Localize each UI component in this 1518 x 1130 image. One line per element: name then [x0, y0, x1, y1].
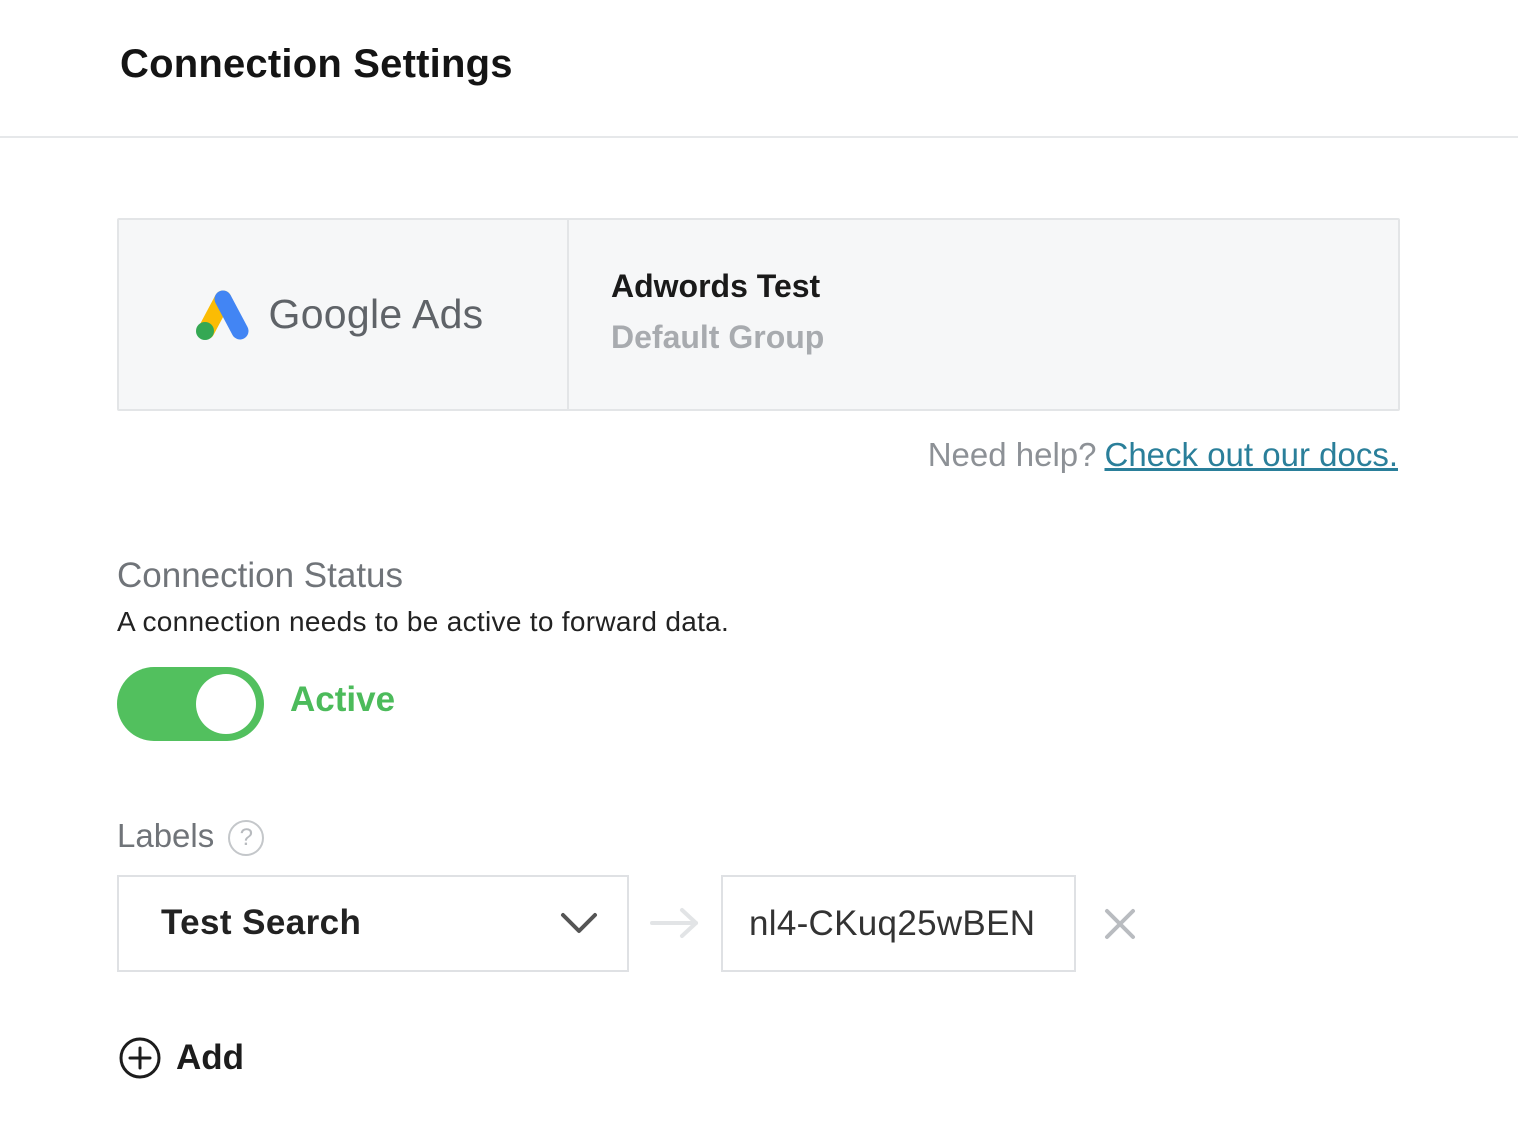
label-select[interactable]: Test Search: [117, 875, 629, 972]
label-select-value: Test Search: [161, 903, 362, 942]
integration-name: Google Ads: [268, 291, 484, 337]
connection-settings-panel: Connection Settings Google Ads Adwords T…: [0, 0, 1518, 1130]
google-ads-icon: [195, 290, 248, 340]
connection-status-description: A connection needs to be active to forwa…: [117, 606, 730, 637]
chevron-down-icon: [561, 913, 597, 933]
connection-name: Adwords Test: [611, 267, 821, 304]
help-text: Need help? Check out our docs.: [928, 436, 1398, 474]
integration-card: Google Ads Adwords Test Default Group: [117, 218, 1400, 411]
question-mark-icon[interactable]: ?: [228, 820, 265, 856]
connection-info: Adwords Test Default Group: [569, 220, 1398, 409]
page-title: Connection Settings: [120, 42, 513, 86]
connection-group: Default Group: [611, 318, 825, 355]
label-value-input[interactable]: [721, 875, 1076, 972]
help-prefix: Need help?: [927, 436, 1097, 473]
add-label: Add: [176, 1038, 245, 1077]
panel-header: Connection Settings: [0, 0, 1518, 138]
plus-circle-icon: [119, 1037, 161, 1079]
labels-title: Labels: [117, 817, 215, 854]
arrow-right-icon: [650, 908, 698, 938]
toggle-knob: [196, 674, 256, 734]
close-icon[interactable]: [1103, 907, 1137, 941]
labels-heading: Labels ?: [117, 816, 265, 856]
integration-logo-area: Google Ads: [119, 220, 569, 409]
google-ads-logo: Google Ads: [193, 288, 484, 342]
active-toggle[interactable]: [117, 667, 264, 741]
status-label: Active: [290, 680, 396, 719]
add-label-button[interactable]: Add: [118, 1036, 244, 1080]
docs-link[interactable]: Check out our docs.: [1105, 436, 1399, 473]
connection-status-title: Connection Status: [117, 556, 404, 595]
